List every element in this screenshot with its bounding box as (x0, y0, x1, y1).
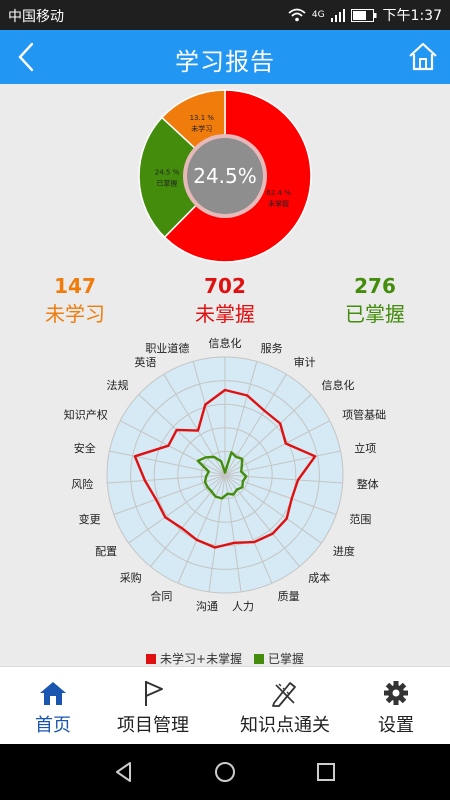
slice-name-label: 未学习 (191, 124, 212, 133)
page-title: 学习报告 (175, 48, 275, 76)
radar-axis-label: 整体 (357, 477, 379, 491)
nav-label: 知识点通关 (240, 715, 330, 736)
radar-axis-label: 合同 (150, 589, 172, 603)
radar-axis-label: 成本 (308, 570, 330, 584)
stat-label: 已掌握 (345, 302, 405, 326)
nav-label: 设置 (378, 715, 414, 736)
wifi-icon (288, 8, 306, 22)
radar-axis-label: 信息化 (209, 336, 242, 350)
report-content: 62.4 % 未掌握 24.5 % 已掌握 13.1 % 未学习 24.5% 147 未学习… (0, 84, 450, 666)
radar-axis-label: 项管基础 (342, 407, 386, 421)
home-icon (40, 682, 66, 705)
status-bar: 中国移动 4G 下午1:37 (0, 0, 450, 30)
radar-axis-label: 法规 (107, 378, 129, 392)
radar-axis-label: 变更 (79, 512, 101, 526)
stat-not-learned: 147 未学习 (5, 274, 145, 327)
stat-value: 276 (354, 274, 396, 298)
radar-axis-label: 职业道德 (145, 341, 189, 355)
stat-label: 未学习 (45, 302, 105, 326)
nav-knowledge-points[interactable]: 知识点通关 (230, 667, 340, 745)
donut-chart: 62.4 % 未掌握 24.5 % 已掌握 13.1 % 未学习 24.5% (138, 89, 312, 263)
legend-label: 未学习+未掌握 (160, 652, 243, 666)
stat-not-mastered: 702 未掌握 (155, 274, 295, 327)
nav-settings[interactable]: 设置 (365, 667, 427, 745)
radar-axis-label: 采购 (120, 570, 142, 584)
radar-chart: 信息化 服务审计信息化项管基础立项整体范围进度成本质量人力沟通合同采购配置变更风险… (64, 336, 386, 613)
stat-mastered: 276 已掌握 (305, 274, 445, 327)
clock: 下午1:37 (382, 8, 442, 24)
signal-icon (330, 9, 345, 22)
radar-axis-label: 信息化 (321, 378, 354, 392)
home-icon[interactable] (406, 40, 440, 74)
slice-name-label: 已掌握 (157, 178, 178, 187)
radar-axis-label: 风险 (71, 477, 93, 491)
stat-value: 702 (204, 274, 246, 298)
battery-icon (350, 8, 377, 22)
legend-swatch-green (253, 654, 264, 664)
nav-home[interactable]: 首页 (22, 667, 84, 745)
radar-axis-label: 沟通 (196, 600, 218, 613)
home-circle-icon[interactable] (213, 760, 237, 784)
radar-axis-label: 安全 (74, 441, 96, 455)
recents-square-icon[interactable] (314, 760, 338, 784)
slice-percent-label: 62.4 % (266, 189, 291, 197)
carrier-name: 中国移动 (8, 9, 64, 25)
radar-axis-label: 人力 (232, 600, 254, 613)
radar-axis-label: 进度 (333, 544, 355, 558)
stat-value: 147 (54, 274, 96, 298)
legend-swatch-red (146, 654, 157, 664)
status-icons: 4G 下午1:37 (288, 5, 442, 25)
radar-axis-label: 范围 (349, 512, 371, 526)
nav-project-management[interactable]: 项目管理 (108, 667, 198, 745)
slice-name-label: 未掌握 (268, 199, 289, 208)
gear-icon (384, 681, 408, 705)
radar-axis-label: 质量 (278, 590, 300, 603)
pencil-ruler-icon (272, 682, 296, 707)
donut-center-text: 24.5% (193, 164, 257, 188)
bottom-nav: 首页 项目管理 知识点通关 设置 (0, 666, 450, 745)
stat-label: 未掌握 (195, 302, 255, 326)
radar-legend: 未学习+未掌握 已掌握 (0, 650, 450, 667)
radar-axis-label: 配置 (95, 545, 117, 558)
radar-axis-label: 服务 (261, 342, 283, 355)
back-triangle-icon[interactable] (112, 760, 136, 784)
slice-percent-label: 24.5 % (155, 168, 180, 176)
slice-percent-label: 13.1 % (190, 114, 215, 122)
radar-axis-label: 知识产权 (64, 407, 108, 421)
flag-icon (145, 681, 163, 706)
radar-axis-label: 立项 (354, 441, 376, 455)
radar-axis-label: 英语 (134, 355, 156, 369)
nav-label: 首页 (35, 715, 71, 736)
nav-label: 项目管理 (117, 715, 189, 736)
app-bar: 学习报告 (0, 30, 450, 84)
radar-axis-label: 审计 (294, 355, 316, 369)
system-nav-bar (0, 744, 450, 800)
legend-label: 已掌握 (267, 652, 304, 666)
network-type: 4G (311, 10, 325, 20)
